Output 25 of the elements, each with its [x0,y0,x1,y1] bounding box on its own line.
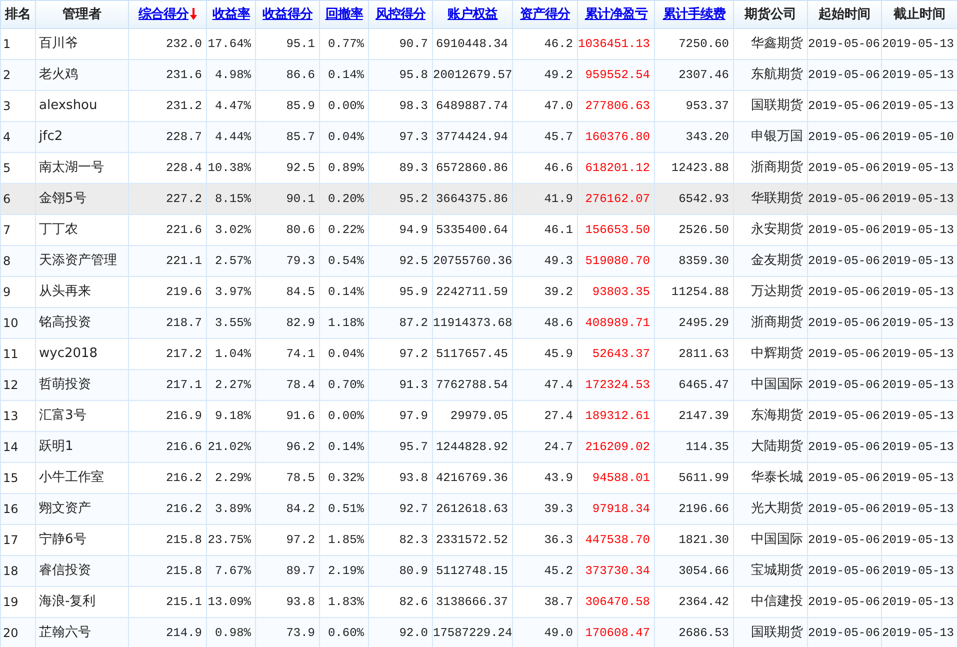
table-row[interactable]: 18 睿信投资 215.8 7.67% 89.7 2.19% 80.9 5112748.15 45.2 373730.34 3054.66 宝城期货 2019-05-06 2019-05-13 [0,556,957,586]
table-row[interactable]: 15 小牛工作室 216.2 2.29% 78.5 0.32% 93.8 4216769.36 43.9 94588.01 5611.99 华泰长城 2019-05-06 2019-05-13 [0,462,957,494]
table-row[interactable]: 9 从头再来 219.6 3.97% 84.5 0.14% 95.9 2242711.59 39.2 93803.35 11254.88 万达期货 2019-05-06 2019-05-13 [0,276,957,308]
table-row[interactable]: 8 天添资产管理 221.1 2.57% 79.3 0.54% 92.5 20755760.36 49.3 519080.70 8359.30 金友期货 2019-05-06 2019-05-13 [0,246,957,276]
table-row[interactable]: 1 百川爷 232.0 17.64% 95.1 0.77% 90.7 6910448.34 46.2 1036451.13 7250.60 华鑫期货 2019-05-06 2019-05-13 [0,28,957,60]
table-cell: 2019-05-06 [808,618,882,647]
table-row[interactable]: 17 宁静6号 215.8 23.75% 97.2 1.85% 82.3 2331572.52 36.3 447538.70 1821.30 中国国际 2019-05-06 2019-05-13 [0,524,957,556]
table-row[interactable]: 19 海浪-复利 215.1 13.09% 93.8 1.83% 82.6 3138666.37 38.7 306470.58 2364.42 中信建投 2019-05-06 2019-05-13 [0,586,957,618]
table-cell: 20 [0,618,36,647]
table-row[interactable]: 14 跃明1 216.6 21.02% 96.2 0.14% 95.7 1244828.92 24.7 216209.02 114.35 大陆期货 2019-05-06 2019-05-13 [0,432,957,462]
down-arrow-icon [190,8,196,20]
table-cell: 17587229.24 [432,618,512,647]
table-row[interactable]: 6 金翎5号 227.2 8.15% 90.1 0.20% 95.2 3664375.86 41.9 276162.07 6542.93 华联期货 2019-05-06 2019-05-13 [0,184,957,214]
table-row[interactable]: 16 翙文资产 216.2 3.89% 84.2 0.51% 92.7 2612618.63 39.3 97918.34 2196.66 光大期货 2019-05-06 2019-05-13 [0,494,957,524]
table-row[interactable]: 2 老火鸡 231.6 4.98% 86.6 0.14% 95.8 20012679.57 49.2 959552.54 2307.46 东航期货 2019-05-06 2019-05-13 [0,60,957,90]
table-row[interactable]: 5 南太湖一号 228.4 10.38% 92.5 0.89% 89.3 6572860.86 46.6 618201.12 12423.88 浙商期货 2019-05-06 2019-05-13 [0,152,957,184]
table-row[interactable]: 11 wyc2018 217.2 1.04% 74.1 0.04% 97.2 5117657.45 45.9 52643.37 2811.63 中辉期货 2019-05-06 2019-05-13 [0,338,957,370]
table-row[interactable]: 13 汇富3号 216.9 9.18% 91.6 0.00% 97.9 29979.05 27.4 189312.61 2147.39 东海期货 2019-05-06 2019-05-13 [0,400,957,432]
table-row[interactable]: 20 芷翰六号 214.9 0.98% 73.9 0.60% 92.0 17587229.24 49.0 170608.47 2686.53 国联期货 2019-05-06 2019-05-13 [0,618,957,647]
table-row[interactable]: 12 哲萌投资 217.1 2.27% 78.4 0.70% 91.3 7762788.54 47.4 172324.53 6465.47 中国国际 2019-05-06 2019-05-13 [0,370,957,400]
table-row[interactable]: 10 铭高投资 218.7 3.55% 82.9 1.18% 87.2 11914373.68 48.6 408989.71 2495.29 浙商期货 2019-05-06 2019-05-13 [0,308,957,338]
table-row[interactable]: 3 alexshou 231.2 4.47% 85.9 0.00% 98.3 6489887.74 47.0 277806.63 953.37 国联期货 2019-05-06 2019-05-13 [0,90,957,122]
table-row[interactable]: 7 丁丁农 221.6 3.02% 80.6 0.22% 94.9 5335400.64 46.1 156653.50 2526.50 永安期货 2019-05-06 2019-05-13 [0,214,957,246]
table-row[interactable]: 4 jfc2 228.7 4.44% 85.7 0.04% 97.3 3774424.94 45.7 160376.80 343.20 申银万国 2019-05-06 2019-05-10 [0,122,957,152]
column-header: 排名 [0,0,36,28]
